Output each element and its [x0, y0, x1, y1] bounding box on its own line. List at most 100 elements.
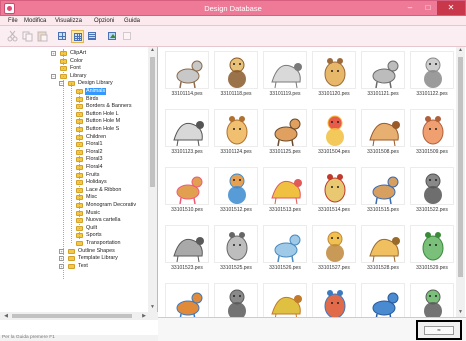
- close-button[interactable]: ✕: [437, 1, 465, 15]
- tree-item[interactable]: Sports: [0, 232, 150, 239]
- tree-item[interactable]: Music: [0, 210, 150, 217]
- scroll-thumb[interactable]: [12, 314, 132, 318]
- tree-item[interactable]: Misc: [0, 194, 150, 201]
- tree-item[interactable]: + Text: [0, 263, 150, 270]
- design-thumbnail[interactable]: 33101529.pes: [409, 223, 455, 281]
- tree-item[interactable]: Borders & Banners: [0, 103, 150, 110]
- design-thumbnail[interactable]: 33101522.pes: [409, 165, 455, 223]
- tree-item[interactable]: Monogram Decorativ: [0, 202, 150, 209]
- design-thumbnail[interactable]: 33101525.pes: [213, 223, 259, 281]
- scroll-right-arrow-icon[interactable]: ▶: [140, 312, 148, 320]
- tree-item[interactable]: Nuova cartella: [0, 217, 150, 224]
- design-thumbnail[interactable]: 33101120.pes: [311, 49, 357, 107]
- design-thumbnail[interactable]: 33101118.pes: [213, 49, 259, 107]
- scroll-up-arrow-icon[interactable]: ▲: [456, 47, 465, 55]
- tree-horizontal-scrollbar[interactable]: ◀ ▶: [0, 312, 158, 320]
- scroll-up-arrow-icon[interactable]: ▲: [148, 47, 157, 55]
- tree-item[interactable]: − Design Library: [0, 80, 150, 87]
- design-thumbnail[interactable]: 33101122.pes: [409, 49, 455, 107]
- tree-vertical-scrollbar[interactable]: ▲ ▼: [148, 47, 157, 312]
- tree-item-label: Template Library: [78, 255, 118, 262]
- design-filename: 33101510.pes: [171, 207, 203, 213]
- menu-opzioni[interactable]: Opzioni: [94, 18, 114, 24]
- tree-item[interactable]: Birds: [0, 96, 150, 103]
- teddy-bear-icon: [214, 167, 258, 205]
- design-thumbnail[interactable]: 33101523.pes: [164, 223, 210, 281]
- tree-item[interactable]: Quilt: [0, 225, 150, 232]
- design-thumbnail[interactable]: 33101515.pes: [360, 165, 406, 223]
- tree-item[interactable]: Font: [0, 65, 150, 72]
- tree-item[interactable]: Floral1: [0, 141, 150, 148]
- tree-item[interactable]: Floral3: [0, 156, 150, 163]
- scroll-left-arrow-icon[interactable]: ◀: [2, 312, 10, 320]
- tree-item[interactable]: Color: [0, 58, 150, 65]
- large-thumbnails-button[interactable]: [56, 30, 69, 43]
- maximize-button[interactable]: □: [419, 1, 437, 15]
- tree-item[interactable]: Animals: [0, 88, 150, 95]
- tree-item[interactable]: Button Hole L: [0, 111, 150, 118]
- expand-icon[interactable]: +: [51, 51, 56, 56]
- horse-icon: [361, 51, 405, 89]
- design-thumbnail[interactable]: 33101533.pes: [262, 281, 308, 317]
- design-thumbnail[interactable]: 33101124.pes: [213, 107, 259, 165]
- design-thumbnail[interactable]: 33101508.pes: [360, 107, 406, 165]
- design-thumbnail[interactable]: 33101530.pes: [164, 281, 210, 317]
- scroll-down-arrow-icon[interactable]: ▼: [148, 304, 157, 312]
- menu-modifica[interactable]: Modifica: [24, 18, 46, 24]
- collapse-icon[interactable]: −: [51, 73, 56, 79]
- design-thumbnail[interactable]: 33101513.pes: [262, 165, 308, 223]
- tree-item[interactable]: + ClipArt: [0, 50, 150, 57]
- tree-item[interactable]: Floral4: [0, 164, 150, 171]
- design-thumbnail[interactable]: 33101527.pes: [311, 223, 357, 281]
- tree-item[interactable]: Button Hole S: [0, 126, 150, 133]
- tree-item-label: Lace & Ribbon: [86, 186, 122, 193]
- scroll-thumb[interactable]: [458, 57, 463, 277]
- folder-icon: [68, 256, 75, 262]
- design-thumbnail[interactable]: 33101526.pes: [262, 223, 308, 281]
- pointing-dog-icon: [214, 51, 258, 89]
- tree-item[interactable]: − Library: [0, 73, 150, 80]
- list-view-button[interactable]: [86, 30, 99, 43]
- tree-item[interactable]: Button Hole M: [0, 118, 150, 125]
- image-preview-button[interactable]: [106, 30, 119, 43]
- design-thumbnail[interactable]: 33101728a.pes: [311, 281, 357, 317]
- cut-button[interactable]: [6, 30, 19, 43]
- grid-vertical-scrollbar[interactable]: ▲ ▼: [456, 47, 465, 317]
- design-thumbnail[interactable]: 33101510.pes: [164, 165, 210, 223]
- folder-tree[interactable]: + ClipArt Color Font − Library − Design Library…: [0, 47, 158, 320]
- copy-button[interactable]: [21, 30, 34, 43]
- document-button[interactable]: [121, 30, 134, 43]
- menu-file[interactable]: File: [8, 18, 18, 24]
- design-thumbnail[interactable]: 33101509.pes: [409, 107, 455, 165]
- menu-visualizza[interactable]: Visualizza: [55, 18, 82, 24]
- paste-button[interactable]: [36, 30, 49, 43]
- tree-item[interactable]: Floral2: [0, 149, 150, 156]
- design-thumbnail[interactable]: 33101123.pes: [164, 107, 210, 165]
- minimize-button[interactable]: –: [401, 1, 419, 15]
- tree-item[interactable]: Transportation: [0, 240, 150, 247]
- folder-icon: [68, 248, 75, 254]
- tree-item[interactable]: Children: [0, 134, 150, 141]
- tree-item[interactable]: + Template Library: [0, 255, 150, 262]
- scroll-thumb[interactable]: [150, 57, 155, 187]
- design-thumbnail[interactable]: 33101512.pes: [213, 165, 259, 223]
- design-thumbnail[interactable]: 33102513a.pes: [360, 281, 406, 317]
- design-thumbnail[interactable]: 33101504.pes: [311, 107, 357, 165]
- tree-item[interactable]: Lace & Ribbon: [0, 187, 150, 194]
- design-thumbnail[interactable]: 33102513b.pes: [409, 281, 455, 317]
- medium-thumbnails-button[interactable]: [71, 30, 84, 43]
- collapse-panel-button[interactable]: ≈: [416, 320, 462, 340]
- design-thumbnail[interactable]: 33101114.pes: [164, 49, 210, 107]
- tree-item[interactable]: Holidays: [0, 179, 150, 186]
- scroll-down-arrow-icon[interactable]: ▼: [456, 309, 465, 317]
- design-thumbnail[interactable]: 33101531.pes: [213, 281, 259, 317]
- tree-item[interactable]: + Outline Shapes: [0, 248, 150, 255]
- design-thumbnail[interactable]: 33101514.pes: [311, 165, 357, 223]
- design-thumbnail[interactable]: 33101119.pes: [262, 49, 308, 107]
- design-thumbnail[interactable]: 33101528.pes: [360, 223, 406, 281]
- design-thumbnail[interactable]: 33101125.pes: [262, 107, 308, 165]
- tree-item[interactable]: Fruits: [0, 172, 150, 179]
- design-thumbnail[interactable]: 33101121.pes: [360, 49, 406, 107]
- menu-guida[interactable]: Guida: [124, 18, 140, 24]
- design-filename: 33101522.pes: [416, 207, 448, 213]
